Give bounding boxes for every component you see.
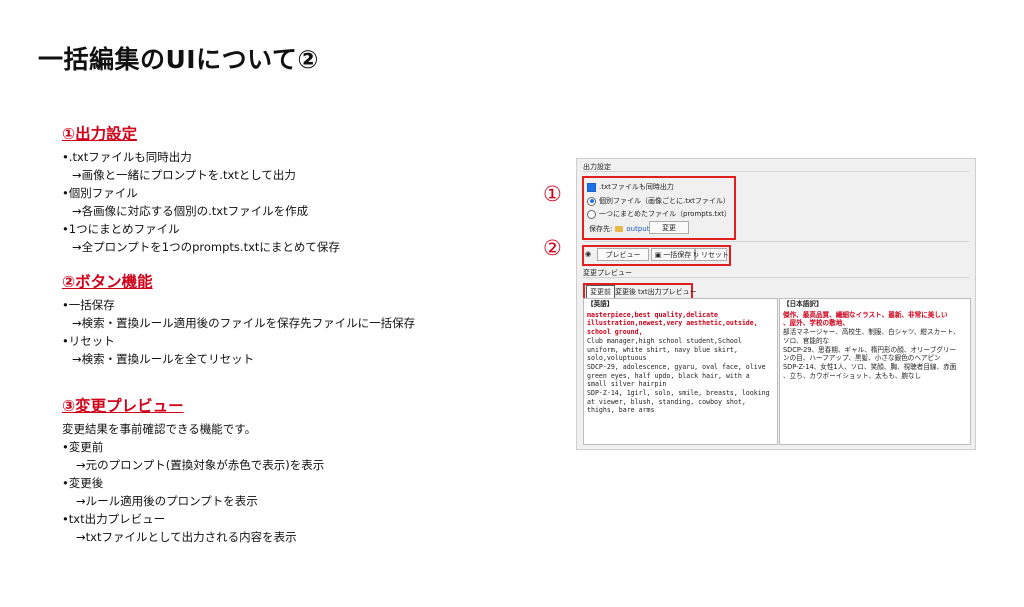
folder-icon bbox=[615, 226, 624, 232]
text-line: •個別ファイル bbox=[62, 186, 138, 200]
prompt-line: uniform, white shirt, navy blue skirt, bbox=[587, 345, 738, 354]
text-line: →元のプロンプト(置換対象が赤色で表示)を表示 bbox=[76, 458, 325, 472]
preview-button-label: プレビュー bbox=[605, 250, 641, 259]
text-line: •一括保存 bbox=[62, 298, 115, 312]
text-line: →全プロンプトを1つのprompts.txtにまとめて保存 bbox=[72, 240, 340, 254]
section-heading: ③変更プレビュー bbox=[62, 397, 184, 415]
text-line: •リセット bbox=[62, 334, 115, 348]
prompt-line: solo,voluptuous bbox=[587, 354, 647, 363]
txt-output-checkbox-row[interactable]: .txtファイルも同時出力 bbox=[587, 182, 674, 192]
text-line: →検索・置換ルールを全てリセット bbox=[72, 352, 255, 366]
text-line: •変更後 bbox=[62, 476, 104, 490]
divider bbox=[583, 171, 969, 172]
prompt-line: 部活マネージャー、高校生、制服、白シャツ、紺スカート、 bbox=[783, 328, 960, 337]
page-title: 一括編集のUIについて② bbox=[38, 45, 320, 74]
prompt-line: SDP-Z-14, 1girl, solo, smile, breasts, l… bbox=[587, 389, 770, 398]
text-line: 変更結果を事前確認できる機能です。 bbox=[62, 422, 257, 436]
folder-name[interactable]: output bbox=[626, 225, 649, 233]
preview-button[interactable]: プレビュー bbox=[597, 248, 649, 261]
prompt-line: SDCP-29、思春期、ギャル、楕円形の顔、オリーブグリー bbox=[783, 345, 957, 354]
text-line: →ルール適用後のプロンプトを表示 bbox=[76, 494, 258, 508]
radio-icon[interactable] bbox=[587, 209, 596, 219]
highlighted-line: illustration,newest,very aesthetic,outsi… bbox=[587, 319, 758, 328]
text-line: →画像と一緒にプロンプトを.txtとして出力 bbox=[72, 168, 296, 182]
tab-before[interactable]: 変更前 bbox=[586, 285, 615, 299]
prompt-line: ソロ、官能的な bbox=[783, 336, 830, 345]
change-button[interactable]: 変更 bbox=[649, 221, 689, 234]
prompt-line: thighs, bare arms bbox=[587, 406, 655, 415]
text-line: •変更前 bbox=[62, 440, 104, 454]
prompt-line: Club manager,high school student,School bbox=[587, 336, 742, 345]
highlighted-line: masterpiece,best quality,delicate bbox=[587, 310, 719, 319]
bulk-save-button[interactable]: ▣ 一括保存 bbox=[651, 248, 695, 261]
radio-combined-label: 一つにまとめたファイル（prompts.txt） bbox=[599, 210, 731, 218]
reset-icon: ↻ bbox=[693, 250, 699, 259]
prompt-line: 、立ち、カウボーイショット、太もも、腕なし bbox=[783, 371, 922, 380]
preview-pane-english[interactable]: 【英語】 masterpiece,best quality,delicate i… bbox=[583, 298, 778, 445]
text-line: →検索・置換ルール適用後のファイルを保存先ファイルに一括保存 bbox=[72, 316, 416, 330]
reset-button[interactable]: ↻ リセット bbox=[693, 248, 729, 261]
highlighted-line: school ground, bbox=[587, 328, 643, 337]
prompt-line: green eyes, half updo, black hair, with … bbox=[587, 371, 750, 380]
section-heading: ②ボタン機能 bbox=[62, 273, 153, 291]
prompt-line: SDCP-29, adolescence, gyaru, oval face, … bbox=[587, 362, 766, 371]
save-icon: ▣ bbox=[654, 250, 662, 259]
radio-combined-row[interactable]: 一つにまとめたファイル（prompts.txt） bbox=[587, 209, 731, 219]
highlighted-line: 、屋外、学校の敷地、 bbox=[783, 319, 849, 328]
radio-icon[interactable] bbox=[587, 196, 596, 206]
radio-individual-label: 個別ファイル（画像ごとに.txtファイル） bbox=[599, 197, 730, 205]
reset-label: リセット bbox=[700, 250, 729, 259]
settings-panel-screenshot: 出力設定 .txtファイルも同時出力 個別ファイル（画像ごとに.txtファイル）… bbox=[576, 158, 976, 450]
txt-output-label: .txtファイルも同時出力 bbox=[599, 183, 674, 191]
radio-individual-row[interactable]: 個別ファイル（画像ごとに.txtファイル） bbox=[587, 196, 730, 206]
divider bbox=[583, 241, 969, 242]
section-output-settings: ①出力設定 •.txtファイルも同時出力 →画像と一緒にプロンプトを.txtとし… bbox=[62, 122, 532, 256]
section-change-preview: ③変更プレビュー 変更結果を事前確認できる機能です。 •変更前 →元のプロンプト… bbox=[62, 394, 532, 546]
prompt-line: ンの目、ハーフアップ、黒髪、小さな銀色のヘアピン bbox=[783, 354, 941, 363]
text-line: •.txtファイルも同時出力 bbox=[62, 150, 192, 164]
pane-heading: 【日本語訳】 bbox=[783, 300, 823, 308]
text-line: •1つにまとめファイル bbox=[62, 222, 180, 236]
checkbox-icon[interactable] bbox=[587, 182, 596, 192]
text-line: →txtファイルとして出力される内容を表示 bbox=[76, 530, 297, 544]
prompt-line: small silver hairpin bbox=[587, 380, 667, 389]
tab-txt-preview[interactable]: txt出力プレビュー bbox=[635, 286, 700, 298]
text-line: •txt出力プレビュー bbox=[62, 512, 166, 526]
marker-1: ① bbox=[543, 182, 562, 206]
preview-pane-japanese[interactable]: 【日本語訳】 傑作、最高品質、繊細なイラスト、最新、非常に美しい 、屋外、学校の… bbox=[779, 298, 971, 445]
prompt-line: at viewer, blush, standing, cowboy shot, bbox=[587, 397, 746, 406]
save-to-label: 保存先: bbox=[589, 225, 613, 233]
marker-2: ② bbox=[543, 236, 562, 260]
section-heading: ①出力設定 bbox=[62, 125, 138, 143]
pane-heading: 【英語】 bbox=[587, 300, 614, 308]
text-line: →各画像に対応する個別の.txtファイルを作成 bbox=[72, 204, 309, 218]
bulk-save-label: 一括保存 bbox=[663, 250, 692, 259]
prompt-line: SDP-Z-14、女性1人、ソロ、笑顔、胸、視聴者目線、赤面 bbox=[783, 362, 957, 371]
save-to-row: 保存先: output bbox=[589, 224, 649, 234]
eye-icon: ◉ bbox=[585, 250, 592, 258]
divider bbox=[583, 277, 969, 278]
section-button-functions: ②ボタン機能 •一括保存 →検索・置換ルール適用後のファイルを保存先ファイルに一… bbox=[62, 270, 532, 368]
